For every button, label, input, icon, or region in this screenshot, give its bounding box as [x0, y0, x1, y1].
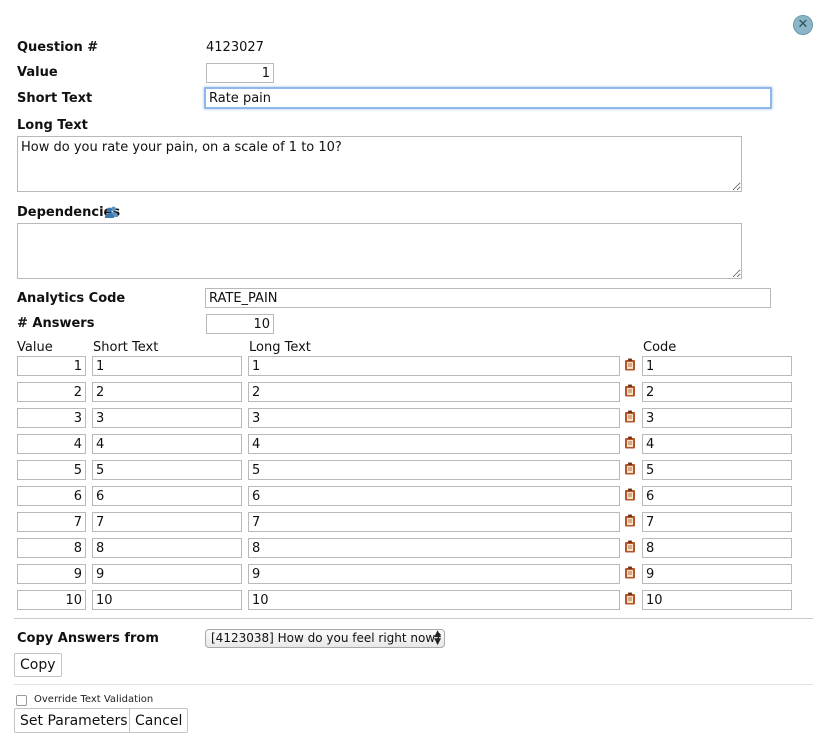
answer-code-field[interactable] [642, 356, 792, 376]
clipboard-icon[interactable] [624, 566, 636, 579]
answer-value-field[interactable] [17, 434, 86, 454]
answer-long-text-field[interactable] [248, 356, 620, 376]
answers-header-code: Code [643, 340, 677, 355]
answer-value-field[interactable] [17, 382, 86, 402]
answer-long-text-field[interactable] [248, 564, 620, 584]
copy-answers-label: Copy Answers from [17, 631, 159, 646]
clipboard-icon[interactable] [624, 514, 636, 527]
people-icon[interactable] [105, 206, 118, 218]
answers-count-field[interactable] [206, 314, 274, 334]
answer-short-text-field[interactable] [92, 590, 242, 610]
answer-short-text-field[interactable] [92, 486, 242, 506]
clipboard-icon[interactable] [624, 358, 636, 371]
answer-short-text-field[interactable] [92, 408, 242, 428]
answers-header-value: Value [17, 340, 53, 355]
answer-code-field[interactable] [642, 564, 792, 584]
answer-long-text-field[interactable] [248, 590, 620, 610]
clipboard-icon[interactable] [624, 384, 636, 397]
answer-long-text-field[interactable] [248, 382, 620, 402]
answer-value-field[interactable] [17, 486, 86, 506]
clipboard-icon[interactable] [624, 540, 636, 553]
answers-count-label: # Answers [17, 316, 95, 331]
answer-value-field[interactable] [17, 564, 86, 584]
question-number-value: 4123027 [206, 40, 264, 55]
answer-short-text-field[interactable] [92, 512, 242, 532]
clipboard-icon[interactable] [624, 592, 636, 605]
answer-value-field[interactable] [17, 408, 86, 428]
close-icon[interactable]: ✕ [793, 15, 813, 35]
clipboard-icon[interactable] [624, 436, 636, 449]
answer-long-text-field[interactable] [248, 512, 620, 532]
answer-long-text-field[interactable] [248, 434, 620, 454]
answer-long-text-field[interactable] [248, 538, 620, 558]
set-parameters-button[interactable]: Set Parameters [14, 708, 134, 733]
question-number-label: Question # [17, 40, 99, 55]
analytics-code-field[interactable] [205, 288, 771, 308]
answer-code-field[interactable] [642, 434, 792, 454]
dependencies-area[interactable] [17, 223, 742, 279]
answer-code-field[interactable] [642, 460, 792, 480]
answer-value-field[interactable] [17, 538, 86, 558]
short-text-label: Short Text [17, 91, 93, 106]
answer-value-field[interactable] [17, 356, 86, 376]
answer-short-text-field[interactable] [92, 356, 242, 376]
answer-code-field[interactable] [642, 512, 792, 532]
answer-short-text-field[interactable] [92, 434, 242, 454]
answer-value-field[interactable] [17, 512, 86, 532]
divider-light [14, 684, 813, 685]
analytics-code-label: Analytics Code [17, 291, 126, 306]
copy-button[interactable]: Copy [14, 653, 62, 677]
answer-value-field[interactable] [17, 590, 86, 610]
value-label: Value [17, 65, 58, 80]
answers-header-short-text: Short Text [93, 340, 159, 355]
answers-header-long-text: Long Text [249, 340, 311, 355]
answer-code-field[interactable] [642, 590, 792, 610]
long-text-label: Long Text [17, 118, 88, 133]
copy-answers-selected: [4123038] How do you feel right now? [211, 631, 442, 645]
answer-value-field[interactable] [17, 460, 86, 480]
answer-code-field[interactable] [642, 486, 792, 506]
answer-short-text-field[interactable] [92, 382, 242, 402]
copy-answers-select[interactable]: [4123038] How do you feel right now? ▲ ▼ [205, 629, 445, 648]
answer-long-text-field[interactable] [248, 408, 620, 428]
short-text-field[interactable] [204, 87, 772, 109]
override-validation-label: Override Text Validation [34, 694, 154, 705]
answer-code-field[interactable] [642, 538, 792, 558]
answer-long-text-field[interactable] [248, 460, 620, 480]
answer-short-text-field[interactable] [92, 538, 242, 558]
clipboard-icon[interactable] [624, 488, 636, 501]
value-field[interactable] [206, 63, 274, 83]
answer-long-text-field[interactable] [248, 486, 620, 506]
answer-short-text-field[interactable] [92, 564, 242, 584]
clipboard-icon[interactable] [624, 410, 636, 423]
answer-short-text-field[interactable] [92, 460, 242, 480]
cancel-button[interactable]: Cancel [129, 708, 189, 733]
answer-code-field[interactable] [642, 408, 792, 428]
select-arrows-icon: ▲ ▼ [434, 629, 441, 647]
long-text-area[interactable]: How do you rate your pain, on a scale of… [17, 136, 742, 192]
clipboard-icon[interactable] [624, 462, 636, 475]
override-validation-checkbox[interactable] [16, 695, 27, 706]
divider [14, 618, 813, 619]
answer-code-field[interactable] [642, 382, 792, 402]
